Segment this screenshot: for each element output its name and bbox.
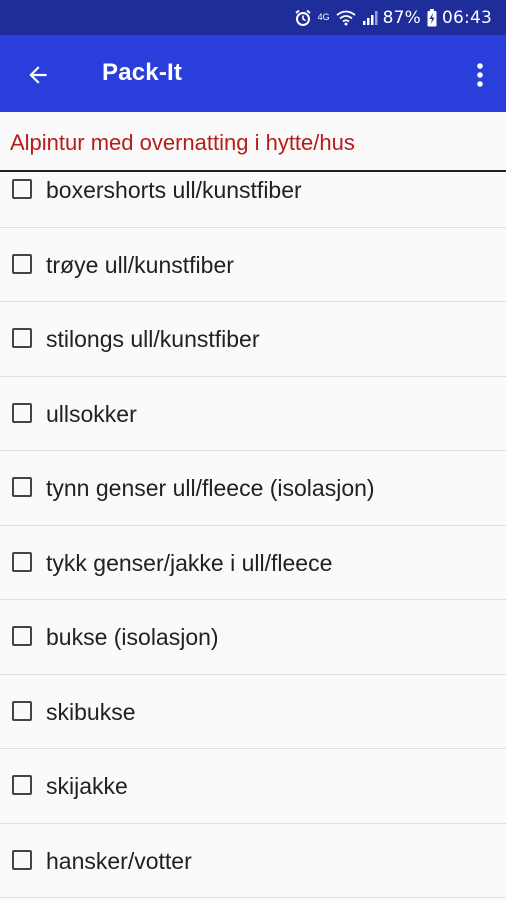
item-label: tykk genser/jakke i ull/fleece xyxy=(46,549,333,576)
item-label: skibukse xyxy=(46,698,136,725)
item-label: trøye ull/kunstfiber xyxy=(46,251,234,278)
item-label: tynn genser ull/fleece (isolasjon) xyxy=(46,475,375,501)
app-title: Pack-It xyxy=(102,59,183,86)
item-label: skijakke xyxy=(46,773,128,799)
arrow-back-icon xyxy=(25,62,51,88)
packing-list: boxershorts ull/kunstfiber trøye ull/kun… xyxy=(0,153,506,898)
item-checkbox[interactable] xyxy=(12,402,32,423)
item-checkbox[interactable] xyxy=(12,328,32,348)
item-label: bukse (isolasjon) xyxy=(46,624,219,650)
item-checkbox[interactable] xyxy=(12,477,32,497)
wifi-icon xyxy=(336,8,356,28)
app-bar: Pack-It xyxy=(0,35,506,112)
list-item[interactable]: tynn genser ull/fleece (isolasjon) xyxy=(0,451,506,526)
item-label: stilongs ull/kunstfiber xyxy=(46,326,260,352)
alarm-icon xyxy=(294,8,312,28)
list-title-header: Alpintur med overnatting i hytte/hus xyxy=(0,112,506,172)
item-checkbox[interactable] xyxy=(12,253,32,274)
network-4g-icon: 4G xyxy=(318,8,330,28)
item-checkbox[interactable] xyxy=(12,179,32,199)
item-label: ullsokker xyxy=(46,400,137,427)
list-item[interactable]: hansker/votter xyxy=(0,824,506,898)
list-item[interactable]: trøye ull/kunstfiber xyxy=(0,228,506,302)
status-bar: 4G 87% 06:43 xyxy=(0,0,506,35)
list-item[interactable]: skijakke xyxy=(0,749,506,824)
list-item[interactable]: tykk genser/jakke i ull/fleece xyxy=(0,526,506,600)
battery-percent: 87% xyxy=(382,7,421,28)
item-checkbox[interactable] xyxy=(12,775,32,795)
item-checkbox[interactable] xyxy=(12,849,32,870)
item-checkbox[interactable] xyxy=(12,551,32,572)
list-item[interactable]: ullsokker xyxy=(0,377,506,451)
item-label: boxershorts ull/kunstfiber xyxy=(46,177,302,203)
status-time: 06:43 xyxy=(442,7,492,28)
list-item[interactable]: skibukse xyxy=(0,675,506,749)
item-checkbox[interactable] xyxy=(12,626,32,646)
back-button[interactable] xyxy=(16,53,60,97)
signal-icon xyxy=(362,8,378,28)
item-label: hansker/votter xyxy=(46,847,192,874)
list-item[interactable]: stilongs ull/kunstfiber xyxy=(0,302,506,377)
network-label: 4G xyxy=(317,12,330,22)
overflow-menu-button[interactable] xyxy=(468,53,492,97)
battery-charging-icon xyxy=(427,8,437,28)
more-vertical-icon xyxy=(476,62,484,88)
list-title: Alpintur med overnatting i hytte/hus xyxy=(10,130,355,155)
list-item[interactable]: bukse (isolasjon) xyxy=(0,600,506,675)
item-checkbox[interactable] xyxy=(12,700,32,721)
